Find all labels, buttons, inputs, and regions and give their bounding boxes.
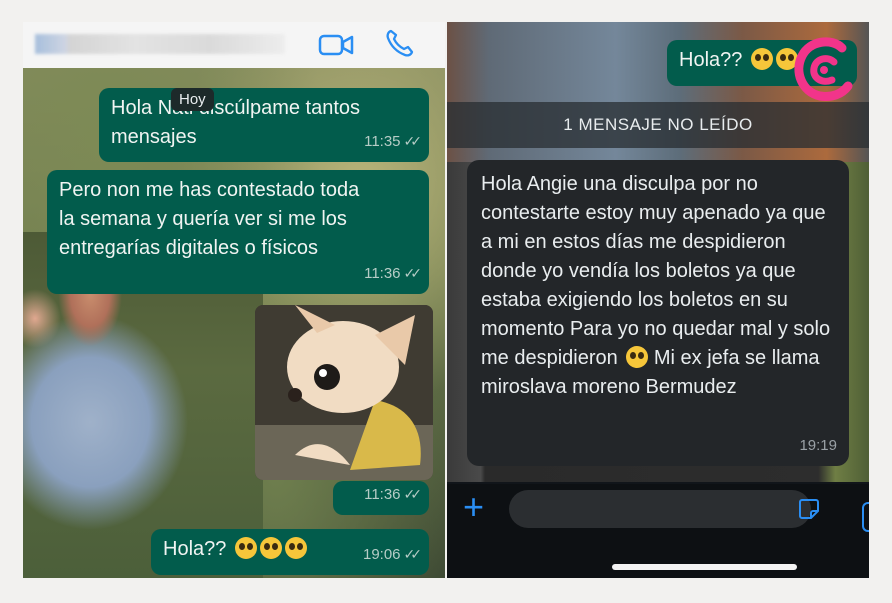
double-check-icon: ✓✓ [403, 546, 423, 562]
double-check-icon: ✓✓ [403, 133, 423, 149]
double-check-icon: ✓✓ [403, 265, 423, 281]
sticker-icon[interactable] [797, 497, 821, 521]
brand-logo-icon [794, 37, 853, 101]
right-chat-screenshot: Hola?? 1 MENSAJE NO LEÍDO Hola Angie una… [447, 22, 869, 578]
pleading-face-emoji [234, 537, 257, 559]
double-check-icon: ✓✓ [403, 486, 423, 502]
message-text: Hola Angie una disculpa por no contestar… [481, 173, 831, 369]
message-input-field[interactable] [509, 490, 811, 528]
home-indicator [612, 564, 797, 570]
message-time: 19:06 [362, 546, 401, 563]
date-chip: Hoy [171, 88, 214, 111]
message-text: Hola?? [679, 49, 743, 71]
message-input-bar: + [447, 484, 869, 578]
blurred-contact-name [35, 34, 285, 54]
message-meta: 11:35 ✓✓ [364, 127, 423, 156]
phone-call-icon[interactable] [383, 28, 415, 60]
message-meta: 19:06 ✓✓ [362, 540, 423, 569]
message-meta: 11:36 ✓✓ [364, 259, 423, 288]
message-text: Hola?? [163, 538, 227, 560]
plus-icon[interactable]: + [463, 489, 493, 525]
message-time: 11:36 [364, 265, 401, 282]
message-bubble-incoming[interactable]: Hola Angie una disculpa por no contestar… [467, 160, 849, 466]
left-chat-screenshot: Hola Nati discúlpame tantos mensajes 11:… [23, 22, 445, 578]
message-bubble-outgoing[interactable]: Hola?? 19:06 ✓✓ [151, 529, 429, 575]
message-time: 11:35 [364, 133, 401, 150]
message-bubble-outgoing[interactable]: Pero non me has contestado toda la seman… [47, 170, 429, 294]
photo-timestamp-bubble: 11:36 ✓✓ [333, 481, 429, 515]
message-time: 19:19 [799, 437, 837, 454]
chihuahua-image [255, 305, 433, 480]
message-meta: 19:19 [799, 431, 837, 460]
pleading-face-emoji [626, 346, 649, 368]
message-time: 11:36 [364, 486, 401, 503]
dog-photo-message[interactable] [255, 305, 433, 480]
unread-messages-banner: 1 MENSAJE NO LEÍDO [447, 102, 869, 148]
pleading-face-emoji [284, 537, 307, 559]
message-meta: 11:36 ✓✓ [364, 480, 423, 509]
message-text: Pero non me has contestado toda la seman… [59, 179, 360, 259]
pleading-face-emoji [750, 48, 773, 70]
video-call-icon[interactable] [318, 30, 354, 60]
camera-icon[interactable] [862, 502, 869, 532]
chat-header [23, 22, 445, 68]
message-bubble-outgoing[interactable]: Hola Nati discúlpame tantos mensajes 11:… [99, 88, 429, 162]
pleading-face-emoji [259, 537, 282, 559]
